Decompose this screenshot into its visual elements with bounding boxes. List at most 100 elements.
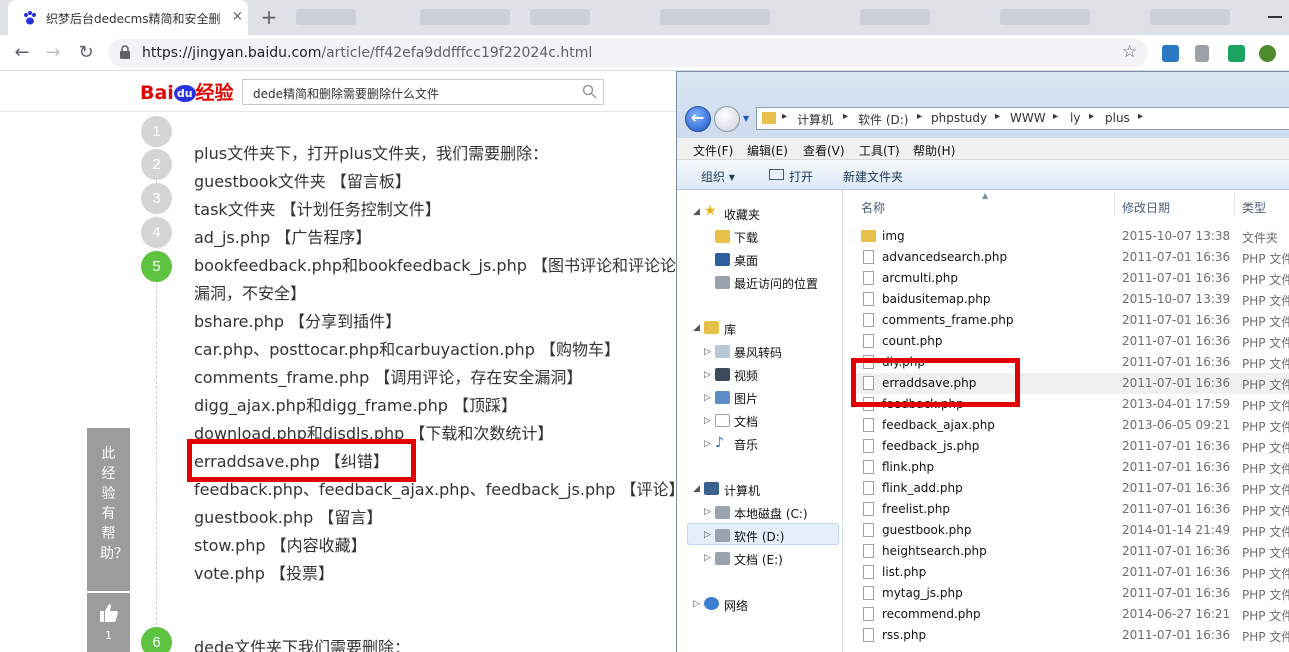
background-tab[interactable] <box>1000 9 1090 25</box>
file-row[interactable]: advancedsearch.php 2011-07-01 16:36 PHP 文件 <box>853 247 1289 268</box>
expand-arrow-icon[interactable]: ▷ <box>704 530 711 540</box>
tree-downloads[interactable]: 下载 <box>734 229 758 246</box>
baidu-jingyan-logo[interactable]: Bai du 经验 <box>140 78 234 105</box>
bookmark-star-icon[interactable]: ☆ <box>1122 42 1137 62</box>
expand-arrow-icon[interactable]: ▷ <box>704 347 711 357</box>
file-row[interactable]: mytag_js.php 2011-07-01 16:36 PHP 文件 <box>853 583 1289 604</box>
tree-videos[interactable]: 视频 <box>734 367 758 384</box>
search-input[interactable]: dede精简和删除需要删除什么文件 <box>242 79 604 105</box>
file-row[interactable]: freelist.php 2011-07-01 16:36 PHP 文件 <box>853 499 1289 520</box>
tab-active[interactable]: 织梦后台dedecms精简和安全删 × <box>8 0 248 35</box>
column-divider[interactable] <box>1234 192 1235 216</box>
tree-music[interactable]: 音乐 <box>734 436 758 453</box>
expand-arrow-icon[interactable]: ▷ <box>704 370 711 380</box>
tree-desktop[interactable]: 桌面 <box>734 252 758 269</box>
file-row[interactable]: baidusitemap.php 2015-10-07 13:39 PHP 文件 <box>853 289 1289 310</box>
tree-drive-e[interactable]: 文档 (E:) <box>734 551 783 568</box>
like-button[interactable]: 1 <box>87 593 130 652</box>
breadcrumb-www[interactable]: WWW <box>1010 111 1046 125</box>
file-row[interactable]: feedback_ajax.php 2013-06-05 09:21 PHP 文件 <box>853 415 1289 436</box>
breadcrumb-phpstudy[interactable]: phpstudy <box>931 111 987 125</box>
new-folder-button[interactable]: 新建文件夹 <box>843 168 903 185</box>
collapse-arrow-icon[interactable]: ◢ <box>693 484 700 494</box>
collapse-arrow-icon[interactable]: ◢ <box>693 207 700 217</box>
expand-arrow-icon[interactable]: ▷ <box>704 507 711 517</box>
file-row[interactable]: heightsearch.php 2011-07-01 16:36 PHP 文件 <box>853 541 1289 562</box>
file-row[interactable]: count.php 2011-07-01 16:36 PHP 文件 <box>853 331 1289 352</box>
breadcrumb-plus[interactable]: plus <box>1105 111 1130 125</box>
expand-arrow-icon[interactable]: ▷ <box>704 553 711 563</box>
file-row[interactable]: list.php 2011-07-01 16:36 PHP 文件 <box>853 562 1289 583</box>
column-header-name[interactable]: 名称 <box>861 199 885 227</box>
expand-arrow-icon[interactable]: ▷ <box>704 439 711 449</box>
tree-drive-d[interactable]: 软件 (D:) <box>734 528 784 545</box>
breadcrumb-separator-icon[interactable]: ▸ <box>1053 111 1058 122</box>
new-tab-button[interactable]: + <box>256 4 282 30</box>
file-row[interactable]: img 2015-10-07 13:38 文件夹 <box>853 226 1289 247</box>
back-arrow-icon[interactable]: ← <box>10 41 34 65</box>
menu-tools[interactable]: 工具(T) <box>859 142 900 159</box>
forward-arrow-icon[interactable]: → <box>41 41 65 65</box>
file-row[interactable]: flink_add.php 2011-07-01 16:36 PHP 文件 <box>853 478 1289 499</box>
column-header-date[interactable]: 修改日期 <box>1122 199 1170 227</box>
background-tab[interactable] <box>296 9 356 25</box>
explorer-back-button[interactable] <box>685 106 711 132</box>
open-button[interactable]: 打开 <box>789 168 813 185</box>
file-row[interactable]: flink.php 2011-07-01 16:36 PHP 文件 <box>853 457 1289 478</box>
file-row[interactable]: guestbook.php 2014-01-14 21:49 PHP 文件 <box>853 520 1289 541</box>
organize-button[interactable]: 组织 ▾ <box>701 168 735 185</box>
tree-storm[interactable]: 暴风转码 <box>734 344 782 361</box>
tree-libraries[interactable]: 库 <box>724 321 736 338</box>
file-row[interactable]: recommend.php 2014-06-27 16:21 PHP 文件 <box>853 604 1289 625</box>
globe-extension-icon[interactable] <box>1259 45 1276 62</box>
download-extension-icon[interactable] <box>1195 45 1209 62</box>
menu-edit[interactable]: 编辑(E) <box>747 142 788 159</box>
file-row[interactable]: feedback_js.php 2011-07-01 16:36 PHP 文件 <box>853 436 1289 457</box>
breadcrumb-ly[interactable]: ly <box>1070 111 1080 125</box>
translate-extension-icon[interactable] <box>1228 45 1245 62</box>
explorer-forward-button[interactable] <box>714 106 740 132</box>
helpful-feedback-panel[interactable]: 此经验有帮助？ <box>87 428 130 591</box>
background-tab[interactable] <box>660 9 770 25</box>
tree-pictures[interactable]: 图片 <box>734 390 758 407</box>
file-row[interactable]: arcmulti.php 2011-07-01 16:36 PHP 文件 <box>853 268 1289 289</box>
tree-favorites[interactable]: 收藏夹 <box>724 206 760 223</box>
close-tab-icon[interactable]: × <box>232 9 243 24</box>
menu-help[interactable]: 帮助(H) <box>913 142 955 159</box>
column-divider[interactable] <box>1114 192 1115 216</box>
breadcrumb-separator-icon[interactable]: ▸ <box>782 111 787 122</box>
breadcrumb-computer[interactable]: 计算机 <box>797 111 833 128</box>
search-icon[interactable] <box>582 84 597 99</box>
background-tab[interactable] <box>530 9 590 25</box>
tree-network[interactable]: 网络 <box>724 597 748 614</box>
minimize-icon[interactable] <box>1268 16 1282 18</box>
menu-file[interactable]: 文件(F) <box>693 142 733 159</box>
collapse-arrow-icon[interactable]: ◢ <box>693 323 700 333</box>
breadcrumb-drive-d[interactable]: 软件 (D:) <box>858 111 908 128</box>
history-dropdown-icon[interactable]: ▼ <box>743 114 749 123</box>
address-bar[interactable]: https://jingyan.baidu.com/article/ff42ef… <box>108 39 1148 67</box>
tree-recent[interactable]: 最近访问的位置 <box>734 275 818 292</box>
folder-icon <box>861 230 876 242</box>
explorer-address-bar[interactable]: ▸ 计算机 ▸ 软件 (D:) ▸ phpstudy ▸ WWW ▸ ly ▸ … <box>756 107 1289 130</box>
expand-arrow-icon[interactable]: ▷ <box>704 393 711 403</box>
breadcrumb-separator-icon[interactable]: ▸ <box>917 111 922 122</box>
tree-computer[interactable]: 计算机 <box>724 482 760 499</box>
file-row[interactable]: comments_frame.php 2011-07-01 16:36 PHP 文件 <box>853 310 1289 331</box>
extension-icon[interactable] <box>1162 45 1179 62</box>
reload-icon[interactable]: ↻ <box>74 41 98 65</box>
expand-arrow-icon[interactable]: ▷ <box>704 416 711 426</box>
breadcrumb-separator-icon[interactable]: ▸ <box>1089 111 1094 122</box>
tree-drive-c[interactable]: 本地磁盘 (C:) <box>734 505 808 522</box>
tree-documents[interactable]: 文档 <box>734 413 758 430</box>
column-header-type[interactable]: 类型 <box>1242 199 1266 227</box>
background-tab[interactable] <box>1150 9 1230 25</box>
file-row[interactable]: rss.php 2011-07-01 16:36 PHP 文件 <box>853 625 1289 646</box>
breadcrumb-separator-icon[interactable]: ▸ <box>843 111 848 122</box>
background-tab[interactable] <box>420 9 510 25</box>
expand-arrow-icon[interactable]: ▷ <box>693 599 700 609</box>
background-tab[interactable] <box>860 9 930 25</box>
breadcrumb-separator-icon[interactable]: ▸ <box>995 111 1000 122</box>
breadcrumb-separator-icon[interactable]: ▸ <box>1138 111 1143 122</box>
menu-view[interactable]: 查看(V) <box>803 142 845 159</box>
